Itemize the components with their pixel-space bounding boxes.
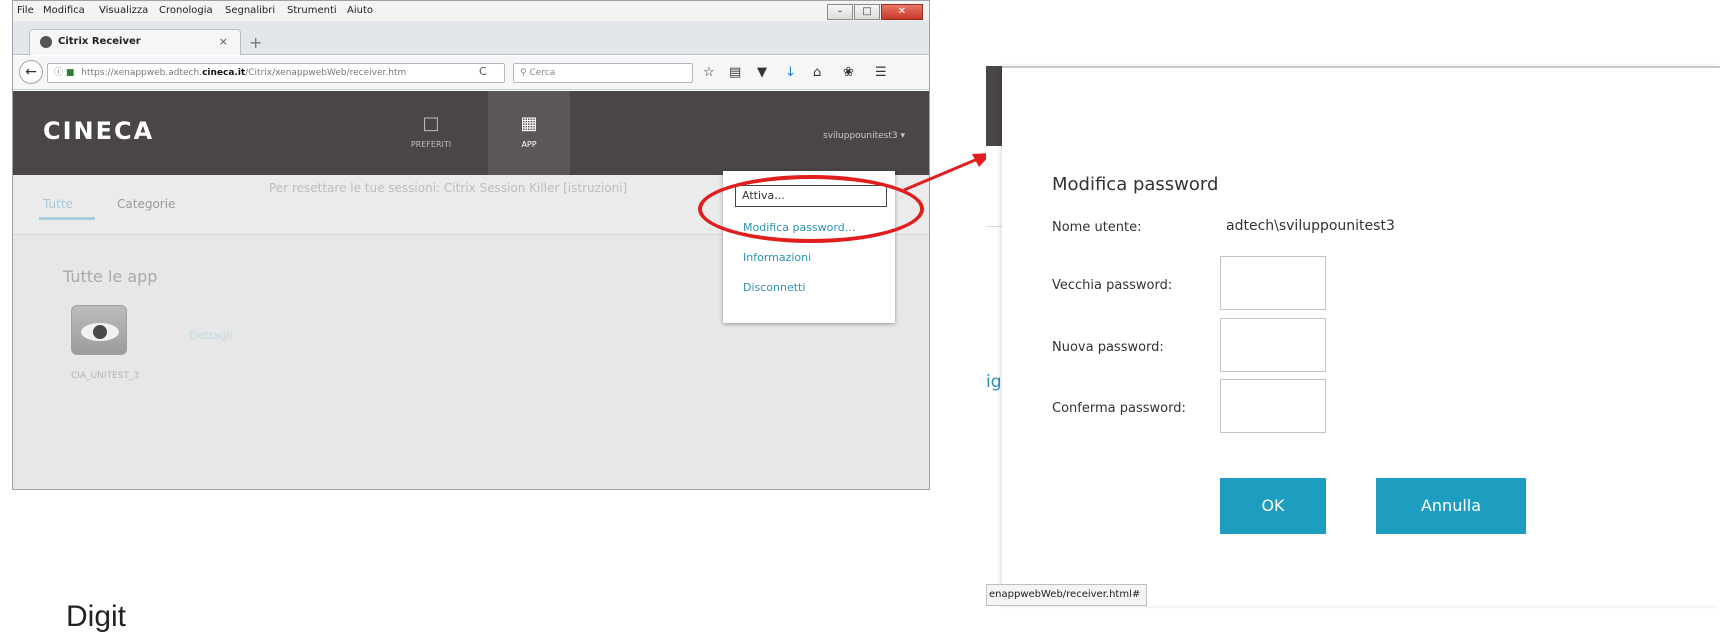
slide-caption: Digit xyxy=(66,600,127,633)
url-domain: cineca.it xyxy=(202,68,246,78)
window-controls: – □ ✕ xyxy=(826,4,923,20)
logout-menu-item[interactable]: Disconnetti xyxy=(743,281,805,294)
nav-apps-label: APP xyxy=(521,140,537,149)
back-button[interactable]: ← xyxy=(19,60,43,84)
menu-bar: File Modifica Visualizza Cronologia Segn… xyxy=(13,1,929,21)
confirm-password-field[interactable] xyxy=(1220,379,1326,433)
browser-window: File Modifica Visualizza Cronologia Segn… xyxy=(12,0,930,490)
menu-icon[interactable]: ☰ xyxy=(875,65,887,80)
highlight-ring xyxy=(698,175,924,243)
nav-favorites[interactable]: □ PREFERITI xyxy=(390,91,472,175)
cancel-button[interactable]: Annulla xyxy=(1376,478,1526,534)
app-icon[interactable] xyxy=(71,305,127,355)
home-icon[interactable]: ⌂ xyxy=(813,65,821,80)
dialog-title: Modifica password xyxy=(1052,174,1219,195)
user-menu[interactable]: sviluppounitest3 ▾ xyxy=(823,131,905,141)
addon-icon[interactable]: ❀ xyxy=(843,65,854,80)
app-header: CINECA □ PREFERITI ▦ APP sviluppounitest… xyxy=(13,91,929,175)
chevron-down-icon: ▾ xyxy=(900,131,905,141)
all-apps-title: Tutte le app xyxy=(63,267,158,286)
url-path: /Citrix/xenappwebWeb/receiver.htm xyxy=(245,68,407,78)
status-bar-url: enappwebWeb/receiver.html# xyxy=(986,584,1148,606)
tab-categories[interactable]: Categorie xyxy=(117,197,175,211)
dialog-zoom-area: ig Modifica password Nome utente: adtech… xyxy=(986,66,1720,606)
menu-history[interactable]: Cronologia xyxy=(159,5,213,16)
old-password-label: Vecchia password: xyxy=(1052,278,1173,293)
navigation-bar: ← ⓘ ■ https://xenappweb.adtech.cineca.it… xyxy=(13,56,929,90)
url-prefix: https://xenappweb.adtech. xyxy=(81,68,203,78)
eye-pupil xyxy=(93,325,107,339)
username-value: adtech\sviluppounitest3 xyxy=(1226,218,1395,234)
ok-button[interactable]: OK xyxy=(1220,478,1326,534)
tab-all[interactable]: Tutte xyxy=(43,197,73,211)
bookmark-icon: □ xyxy=(422,113,440,134)
close-window-button[interactable]: ✕ xyxy=(881,4,923,20)
menu-edit[interactable]: Modifica xyxy=(43,5,85,16)
new-password-field[interactable] xyxy=(1220,318,1326,372)
menu-file[interactable]: File xyxy=(17,5,34,16)
maximize-button[interactable]: □ xyxy=(854,4,880,20)
old-password-field[interactable] xyxy=(1220,256,1326,310)
background-header-strip xyxy=(986,66,1002,146)
citrix-favicon-icon xyxy=(40,36,52,48)
library-icon[interactable]: ▤ xyxy=(729,65,741,80)
background-divider xyxy=(986,226,1002,227)
download-icon[interactable]: ↓ xyxy=(785,65,796,80)
reload-button[interactable]: C xyxy=(479,65,487,78)
tab-title: Citrix Receiver xyxy=(58,36,141,47)
url-bar[interactable]: ⓘ ■ https://xenappweb.adtech.cineca.it/C… xyxy=(47,63,505,83)
tab-strip: Citrix Receiver × + xyxy=(13,21,929,55)
menu-tools[interactable]: Strumenti xyxy=(287,5,337,16)
confirm-password-label: Conferma password: xyxy=(1052,401,1186,416)
background-text: ig xyxy=(986,372,1002,392)
lock-icon: ■ xyxy=(65,68,75,78)
username-label: Nome utente: xyxy=(1052,220,1142,235)
change-password-dialog: Modifica password Nome utente: adtech\sv… xyxy=(1002,66,1720,606)
browser-tab[interactable]: Citrix Receiver × xyxy=(29,29,241,55)
search-box[interactable]: ⚲ Cerca xyxy=(513,63,693,83)
nav-apps[interactable]: ▦ APP xyxy=(488,91,570,175)
apps-grid-icon: ▦ xyxy=(520,113,538,134)
tab-close-icon[interactable]: × xyxy=(219,35,228,48)
web-page: CINECA □ PREFERITI ▦ APP sviluppounitest… xyxy=(13,91,929,489)
slide: File Modifica Visualizza Cronologia Segn… xyxy=(0,0,1720,644)
app-name: CIA_UNITEST_3 xyxy=(71,371,140,381)
user-name: sviluppounitest3 xyxy=(823,131,898,141)
new-tab-button[interactable]: + xyxy=(249,33,262,52)
menu-view[interactable]: Visualizza xyxy=(99,5,148,16)
nav-favorites-label: PREFERITI xyxy=(410,140,452,149)
menu-help[interactable]: Aiuto xyxy=(347,5,373,16)
cineca-logo: CINECA xyxy=(43,117,155,145)
menu-bookmarks[interactable]: Segnalibri xyxy=(225,5,275,16)
star-icon[interactable]: ☆ xyxy=(703,65,715,80)
new-password-label: Nuova password: xyxy=(1052,340,1164,355)
arrow-shaft xyxy=(903,156,981,192)
reset-sessions-message: Per resettare le tue sessioni: Citrix Se… xyxy=(269,181,628,195)
info-menu-item[interactable]: Informazioni xyxy=(743,251,811,264)
details-link[interactable]: Dettagli xyxy=(189,329,233,342)
pocket-icon[interactable]: ▼ xyxy=(757,65,767,80)
callout-arrow xyxy=(903,153,992,192)
search-placeholder: Cerca xyxy=(529,68,556,78)
active-tab-underline xyxy=(39,217,95,220)
info-icon: ⓘ xyxy=(54,68,64,78)
minimize-button[interactable]: – xyxy=(827,4,853,20)
